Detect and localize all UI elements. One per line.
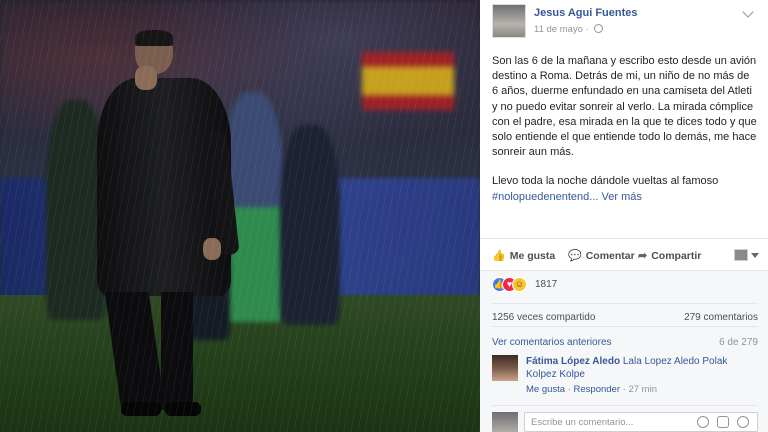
comment-button[interactable]: 💬 Comentar (568, 249, 635, 262)
sticker-icon[interactable] (737, 416, 749, 428)
comment-input[interactable] (525, 413, 695, 431)
comments-page-count: 6 de 279 (719, 337, 758, 348)
share-label: Compartir (651, 250, 702, 262)
shares-count[interactable]: 1256 veces compartido (492, 312, 595, 323)
feedback-section: 👍 ♥ ☺ 1817 1256 veces compartido 279 com… (480, 270, 768, 432)
globe-icon (594, 24, 604, 33)
like-button[interactable]: 👍 Me gusta (492, 249, 555, 262)
camera-icon[interactable] (717, 416, 729, 428)
comments-count[interactable]: 279 comentarios (684, 312, 758, 323)
post-paragraph: Son las 6 de la mañana y escribo esto de… (492, 55, 757, 159)
haha-reaction-icon: ☺ (512, 277, 527, 292)
emoji-icon[interactable] (697, 416, 709, 428)
post-panel: Jesus Agui Fuentes 11 de mayo · Son las … (480, 0, 768, 432)
like-label: Me gusta (509, 250, 556, 262)
post-header: Jesus Agui Fuentes 11 de mayo · (492, 4, 762, 38)
post-date[interactable]: 11 de mayo (534, 24, 583, 35)
commenter-name[interactable]: Fátima López Aledo (526, 356, 620, 367)
author-name[interactable]: Jesus Agui Fuentes (534, 7, 638, 19)
comment-item: Fátima López Aledo Lala Lopez Aledo Pola… (492, 355, 758, 399)
reaction-count[interactable]: 1817 (535, 279, 557, 290)
commenter-avatar[interactable] (492, 355, 518, 381)
stats-row: 1256 veces compartido 279 comentarios (492, 303, 758, 327)
comment-composer (492, 405, 758, 432)
post-paragraph-text: Llevo toda la noche dándole vueltas al f… (492, 175, 719, 188)
page-avatar-selector[interactable] (734, 249, 748, 261)
viewer-avatar (492, 412, 518, 432)
view-previous-comments-link[interactable]: Ver comentarios anteriores (492, 337, 612, 348)
previous-comments-row: Ver comentarios anteriores 6 de 279 (492, 335, 758, 351)
post-photo[interactable] (0, 0, 480, 432)
share-button[interactable]: ➦ Compartir (638, 249, 701, 262)
comment-label: Comentar (585, 250, 635, 262)
hashtag-link[interactable]: #nolopuedenentend... (492, 191, 598, 203)
comment-like-link[interactable]: Me gusta (526, 384, 565, 395)
post-paragraph-2: Llevo toda la noche dándole vueltas al f… (492, 174, 758, 204)
post-text: Son las 6 de la mañana y escribo esto de… (492, 54, 758, 219)
share-arrow-icon: ➦ (638, 250, 648, 262)
rain-overlay (0, 0, 480, 432)
thumbs-up-icon: 👍 (492, 250, 506, 262)
comment-time[interactable]: 27 min (628, 384, 657, 395)
caret-down-icon[interactable] (751, 253, 759, 258)
comment-input-box[interactable] (524, 412, 758, 432)
post-meta: 11 de mayo · (534, 24, 604, 35)
author-avatar[interactable] (492, 4, 526, 38)
comment-actions: Me gusta · Responder · 27 min (526, 384, 657, 395)
comment-separator: · (622, 384, 626, 395)
see-more-link[interactable]: Ver más (602, 191, 642, 203)
meta-separator: · (585, 24, 589, 35)
comment-separator: · (567, 384, 571, 395)
chevron-down-icon[interactable] (742, 6, 754, 18)
comment-reply-link[interactable]: Responder (574, 384, 620, 395)
speech-bubble-icon: 💬 (568, 250, 582, 262)
comment-body: Fátima López Aledo Lala Lopez Aledo Pola… (526, 355, 756, 381)
action-bar: 👍 Me gusta 💬 Comentar ➦ Compartir (480, 238, 768, 270)
